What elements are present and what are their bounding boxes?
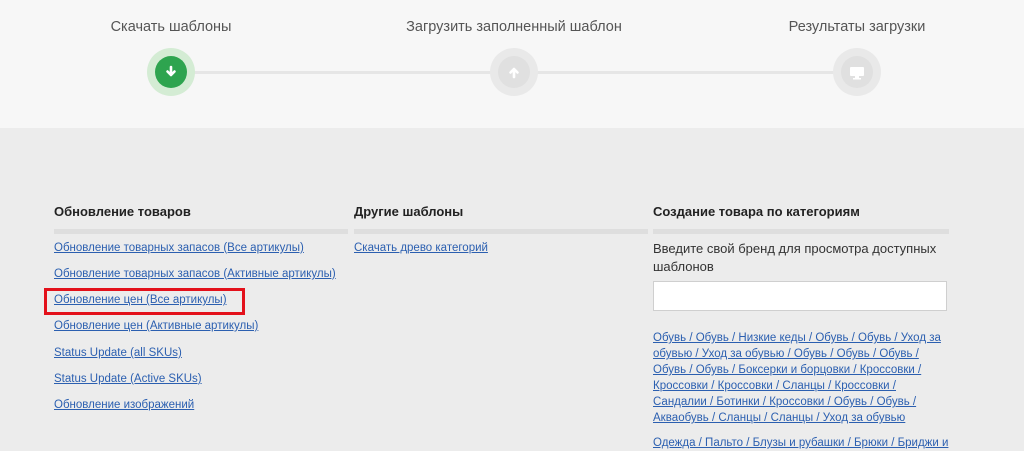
step-circle[interactable] <box>833 48 881 96</box>
link-price-update-active[interactable]: Обновление цен (Активные артикулы) <box>54 320 258 332</box>
brand-search-input[interactable] <box>653 281 947 311</box>
step-label: Скачать шаблоны <box>110 19 232 35</box>
upload-arrow-icon <box>498 56 530 88</box>
link-download-category-tree[interactable]: Скачать древо категорий <box>354 242 488 254</box>
link-status-update-active[interactable]: Status Update (Active SKUs) <box>54 373 202 385</box>
step-circle[interactable] <box>147 48 195 96</box>
brand-hint-text: Введите свой бренд для просмотра доступн… <box>653 241 937 274</box>
other-templates-title: Другие шаблоны <box>354 204 648 234</box>
step-label: Загрузить заполненный шаблон <box>406 19 622 35</box>
step-circle[interactable] <box>490 48 538 96</box>
update-products-title: Обновление товаров <box>54 204 348 234</box>
create-by-category-title: Создание товара по категориям <box>653 204 949 234</box>
category-links-footwear[interactable]: Обувь / Обувь / Низкие кеды / Обувь / Об… <box>653 330 949 426</box>
monitor-icon <box>841 56 873 88</box>
link-image-update[interactable]: Обновление изображений <box>54 399 194 411</box>
upload-steps-bar: Скачать шаблоны Загрузить заполненный ша… <box>0 0 1024 128</box>
link-stock-update-active[interactable]: Обновление товарных запасов (Активные ар… <box>54 268 336 280</box>
highlight-box <box>44 288 245 315</box>
download-arrow-icon <box>155 56 187 88</box>
update-products-column: Обновление товаров Обновление товарных з… <box>54 204 348 411</box>
create-by-category-column: Создание товара по категориям Введите св… <box>653 204 949 449</box>
link-stock-update-all[interactable]: Обновление товарных запасов (Все артикул… <box>54 242 304 254</box>
other-templates-column: Другие шаблоны Скачать древо категорий <box>354 204 648 254</box>
link-status-update-all[interactable]: Status Update (all SKUs) <box>54 347 182 359</box>
step-label: Результаты загрузки <box>788 19 926 35</box>
